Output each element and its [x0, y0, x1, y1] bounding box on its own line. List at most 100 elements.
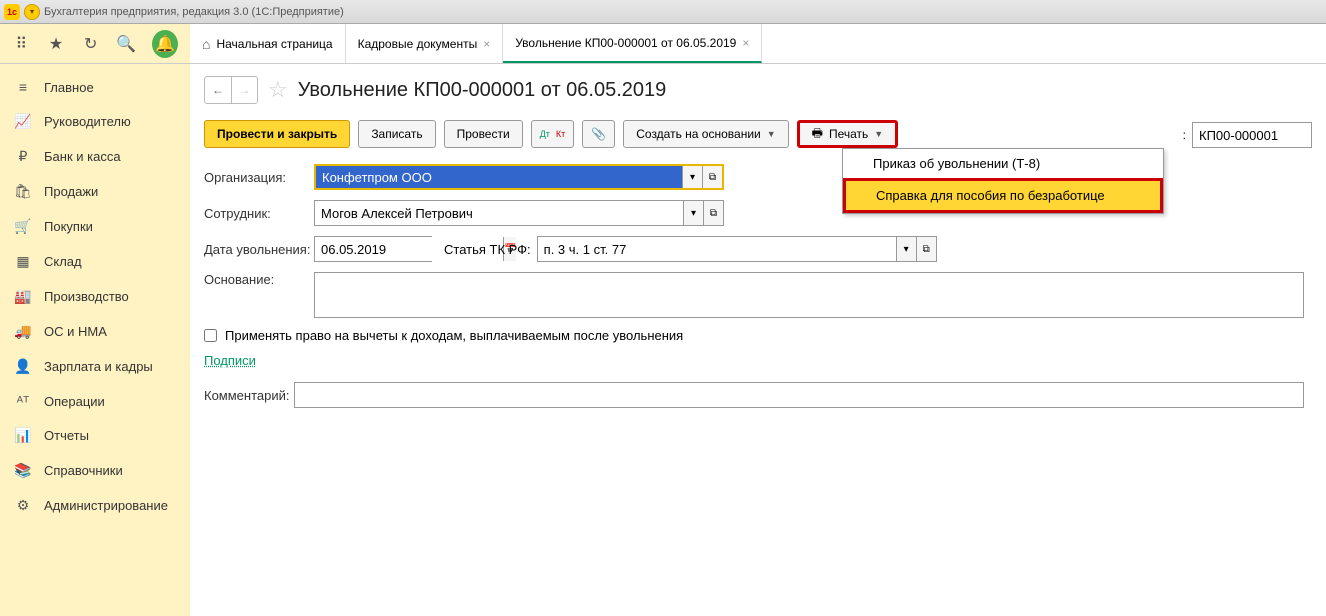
deduction-checkbox[interactable]: [204, 329, 217, 342]
sidebar-item-assets[interactable]: 🚚 ОС и НМА: [0, 314, 190, 349]
grid-icon: ▦: [14, 253, 32, 270]
chart-icon: 📈: [14, 113, 32, 130]
print-menu-unemployment-ref[interactable]: Справка для пособия по безработице: [843, 178, 1163, 213]
sidebar-item-label: Склад: [44, 254, 82, 269]
tab-label: Кадровые документы: [358, 37, 478, 51]
open-icon[interactable]: ⧉: [702, 166, 722, 188]
doc-number-field: :: [1183, 122, 1312, 148]
print-menu-t8[interactable]: Приказ об увольнении (Т-8): [843, 149, 1163, 178]
org-label: Организация:: [204, 170, 314, 185]
sidebar-item-purchases[interactable]: 🛒 Покупки: [0, 209, 190, 244]
app-logo-icon: 1c: [4, 4, 20, 20]
basis-textarea[interactable]: [314, 272, 1304, 318]
menu-icon: ≡: [14, 79, 32, 95]
open-icon[interactable]: ⧉: [703, 201, 723, 225]
sidebar-item-label: Банк и касса: [44, 149, 121, 164]
org-input[interactable]: [316, 166, 682, 188]
nav-buttons: ← →: [204, 76, 258, 104]
caret-down-icon: ▼: [767, 129, 776, 139]
caret-down-icon: ▼: [874, 129, 883, 139]
sidebar-item-warehouse[interactable]: ▦ Склад: [0, 244, 190, 279]
search-icon[interactable]: 🔍: [116, 34, 136, 54]
tab-dismissal[interactable]: Увольнение КП00-000001 от 06.05.2019 ×: [503, 24, 762, 63]
bag-icon: 🛍: [14, 183, 32, 200]
home-icon: ⌂: [202, 36, 210, 52]
close-icon[interactable]: ×: [483, 37, 490, 51]
emp-input[interactable]: [315, 201, 683, 225]
emp-input-group: ▾ ⧉: [314, 200, 724, 226]
sidebar-item-label: Главное: [44, 80, 94, 95]
date-input-group: 📅: [314, 236, 432, 262]
favorite-star-icon[interactable]: ☆: [268, 77, 288, 103]
tab-hr-docs[interactable]: Кадровые документы ×: [346, 24, 504, 63]
tk-label: Статья ТК РФ:: [444, 242, 531, 257]
tk-input[interactable]: [538, 237, 896, 261]
tab-home[interactable]: ⌂ Начальная страница: [190, 24, 346, 63]
history-icon[interactable]: ↻: [81, 34, 100, 54]
sidebar-item-label: Справочники: [44, 463, 123, 478]
comment-label: Комментарий:: [204, 388, 294, 403]
window-title: Бухгалтерия предприятия, редакция 3.0 (1…: [44, 6, 344, 18]
sidebar-item-label: Операции: [44, 394, 105, 409]
dropdown-icon[interactable]: ▾: [896, 237, 916, 261]
forward-button[interactable]: →: [231, 77, 257, 103]
attach-button[interactable]: 📎: [582, 120, 615, 148]
sidebar-item-label: Администрирование: [44, 498, 168, 513]
write-button[interactable]: Записать: [358, 120, 435, 148]
create-based-button[interactable]: Создать на основании▼: [623, 120, 788, 148]
toolbar-left-icons: ⠿ ★ ↻ 🔍 🔔: [0, 24, 190, 63]
sidebar-item-bank[interactable]: ₽Банк и касса: [0, 139, 190, 174]
comment-input[interactable]: [295, 383, 1303, 407]
titlebar: 1c ▾ Бухгалтерия предприятия, редакция 3…: [0, 0, 1326, 24]
cart-icon: 🛒: [14, 218, 32, 235]
sidebar-item-reports[interactable]: 📊Отчеты: [0, 418, 190, 453]
sidebar-item-label: ОС и НМА: [44, 324, 107, 339]
dropdown-icon[interactable]: ▾: [682, 166, 702, 188]
post-and-close-button[interactable]: Провести и закрыть: [204, 120, 350, 148]
sidebar-item-production[interactable]: 🏭Производство: [0, 279, 190, 314]
tab-label: Увольнение КП00-000001 от 06.05.2019: [515, 36, 736, 50]
paperclip-icon: 📎: [591, 127, 606, 141]
sidebar-item-hr[interactable]: 👤Зарплата и кадры: [0, 349, 190, 384]
dtkt-button[interactable]: Дт Кт: [531, 120, 575, 148]
sidebar: ≡ Главное 📈 Руководителю ₽Банк и касса 🛍 Пр…: [0, 64, 190, 616]
dropdown-icon[interactable]: ▾: [683, 201, 703, 225]
books-icon: 📚: [14, 462, 32, 479]
top-toolbar: ⠿ ★ ↻ 🔍 🔔 ⌂ Начальная страница Кадровые …: [0, 24, 1326, 64]
print-dropdown-menu: Приказ об увольнении (Т-8) Справка для п…: [842, 148, 1164, 214]
bell-icon[interactable]: 🔔: [152, 30, 178, 58]
signatures-link[interactable]: Подписи: [204, 353, 256, 368]
tab-label: Начальная страница: [216, 37, 332, 51]
sidebar-item-label: Продажи: [44, 184, 98, 199]
apps-icon[interactable]: ⠿: [12, 34, 31, 54]
sidebar-item-main[interactable]: ≡ Главное: [0, 70, 190, 104]
printer-icon: 🖶: [812, 124, 823, 145]
back-button[interactable]: ←: [205, 77, 231, 103]
sidebar-item-operations[interactable]: ᴬᵀ Операции: [0, 384, 190, 418]
print-button[interactable]: 🖶Печать▼: [797, 120, 899, 148]
sidebar-item-admin[interactable]: ⚙ Администрирование: [0, 488, 190, 523]
sidebar-item-label: Руководителю: [44, 114, 131, 129]
post-button[interactable]: Провести: [444, 120, 523, 148]
sidebar-item-refs[interactable]: 📚 Справочники: [0, 453, 190, 488]
dt-icon: Дт: [540, 129, 550, 139]
close-icon[interactable]: ×: [742, 36, 749, 50]
kt-icon: Кт: [556, 129, 565, 139]
sidebar-item-label: Производство: [44, 289, 129, 304]
gear-icon: ⚙: [14, 497, 32, 514]
dtkt-icon: ᴬᵀ: [14, 393, 32, 409]
comment-input-group: [294, 382, 1304, 408]
star-icon[interactable]: ★: [47, 34, 66, 54]
open-icon[interactable]: ⧉: [916, 237, 936, 261]
sidebar-item-label: Отчеты: [44, 428, 89, 443]
sidebar-item-sales[interactable]: 🛍 Продажи: [0, 174, 190, 209]
action-bar: Провести и закрыть Записать Провести Дт К…: [204, 120, 1312, 148]
sidebar-item-manager[interactable]: 📈 Руководителю: [0, 104, 190, 139]
doc-header: ← → ☆ Увольнение КП00-000001 от 06.05.20…: [204, 76, 1312, 104]
titlebar-dropdown-icon[interactable]: ▾: [24, 4, 40, 20]
doc-number-input[interactable]: [1192, 122, 1312, 148]
truck-icon: 🚚: [14, 323, 32, 340]
date-label: Дата увольнения:: [204, 242, 314, 257]
tk-input-group: ▾ ⧉: [537, 236, 937, 262]
sidebar-item-label: Покупки: [44, 219, 93, 234]
